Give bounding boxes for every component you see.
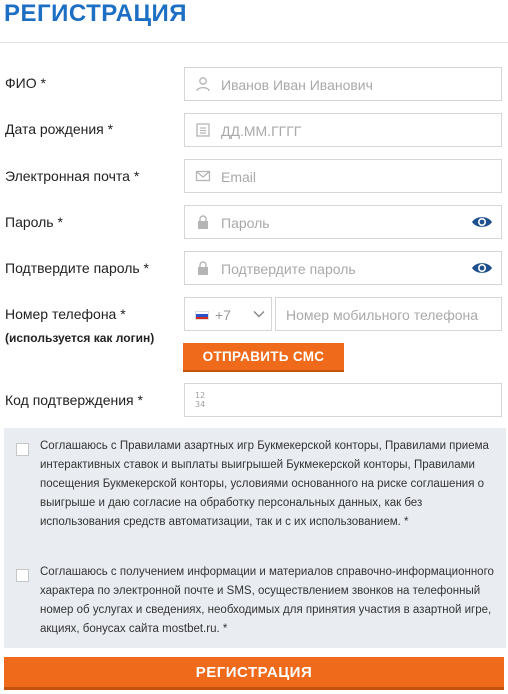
confirm-password-placeholder: Подтвердите пароль [221, 261, 356, 277]
consent-panel: Соглашаюсь с Правилами азартных игр Букм… [4, 428, 506, 648]
code-digits-icon: 12 34 [195, 391, 206, 409]
mail-icon [195, 170, 211, 182]
birthdate-input[interactable]: ДД.ММ.ГГГГ [184, 113, 502, 147]
country-code-select[interactable]: +7 [184, 297, 272, 331]
phone-label: Номер телефона * [5, 306, 126, 322]
password-label: Пароль * [5, 214, 63, 230]
calendar-icon [196, 123, 210, 137]
password-placeholder: Пароль [221, 215, 270, 231]
birthdate-label: Дата рождения * [5, 121, 114, 137]
password-input[interactable]: Пароль [184, 205, 502, 239]
fio-placeholder: Иванов Иван Иванович [221, 77, 373, 93]
phone-input[interactable]: Номер мобильного телефона [275, 297, 502, 331]
confirm-password-label: Подтвердите пароль * [5, 260, 150, 276]
title-divider [0, 42, 508, 43]
country-code-value: +7 [215, 307, 231, 323]
lock-icon [198, 261, 208, 275]
email-label: Электронная почта * [5, 168, 140, 184]
eye-icon[interactable] [471, 214, 493, 230]
eye-icon[interactable] [471, 260, 493, 276]
fio-label: ФИО * [5, 75, 46, 91]
confirm-password-input[interactable]: Подтвердите пароль [184, 251, 502, 285]
marketing-consent-checkbox[interactable] [16, 569, 29, 582]
send-sms-button[interactable]: ОТПРАВИТЬ СМС [183, 343, 344, 372]
page-title: РЕГИСТРАЦИЯ [4, 0, 188, 27]
phone-placeholder: Номер мобильного телефона [286, 307, 479, 323]
register-button[interactable]: РЕГИСТРАЦИЯ [4, 657, 504, 690]
rules-consent-text: Соглашаюсь с Правилами азартных игр Букм… [40, 440, 489, 528]
user-icon [196, 77, 210, 92]
birthdate-placeholder: ДД.ММ.ГГГГ [221, 123, 302, 139]
lock-icon [198, 215, 208, 229]
phone-sublabel: (используется как логин) [5, 331, 155, 345]
confirmation-code-label: Код подтверждения * [5, 392, 143, 408]
fio-input[interactable]: Иванов Иван Иванович [184, 67, 502, 101]
marketing-consent-text: Соглашаюсь с получением информации и мат… [40, 566, 494, 635]
email-placeholder: Email [221, 169, 257, 185]
chevron-down-icon [253, 310, 265, 318]
email-input[interactable]: Email [184, 159, 502, 193]
russia-flag-icon [195, 311, 209, 320]
confirmation-code-input[interactable]: 12 34 [184, 383, 502, 417]
rules-consent-checkbox[interactable] [16, 443, 29, 456]
